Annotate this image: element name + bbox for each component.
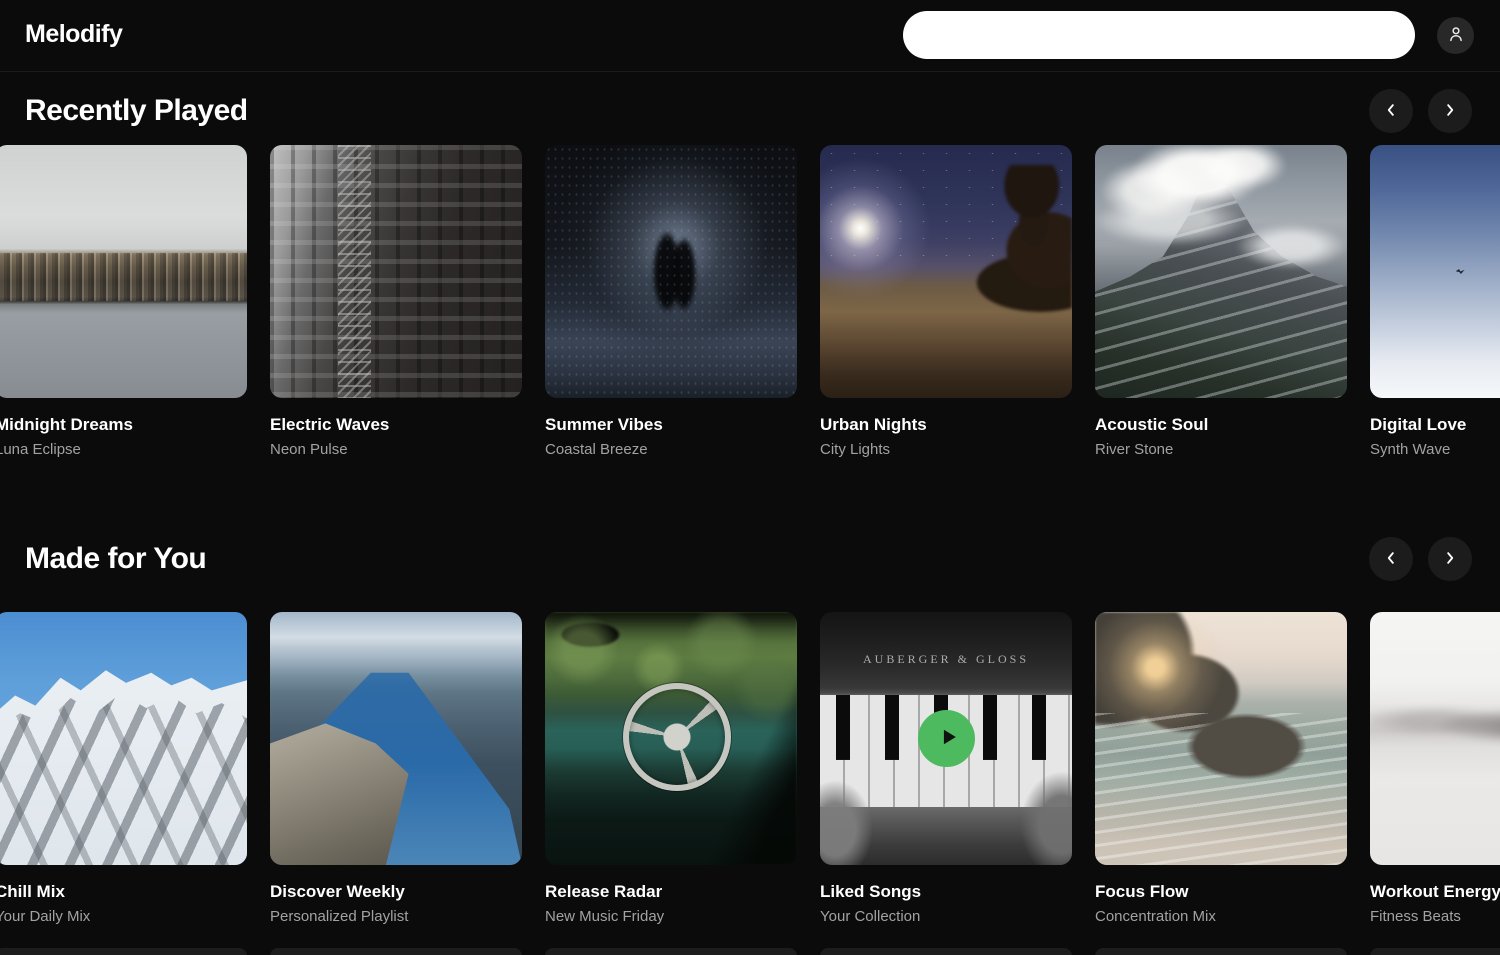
chevron-left-icon	[1382, 549, 1400, 570]
chevron-left-icon	[1382, 101, 1400, 122]
card-title: Summer Vibes	[545, 415, 797, 435]
card-subtitle: New Music Friday	[545, 908, 797, 925]
playlist-card[interactable]: Urban Nights City Lights	[820, 145, 1072, 458]
carousel-next-button[interactable]	[1428, 537, 1472, 581]
playlist-card[interactable]: AUBERGER & GLOSS Liked Songs Your Collec…	[820, 612, 1072, 925]
card-subtitle: Fitness Beats	[1370, 908, 1500, 925]
card-subtitle: City Lights	[820, 441, 1072, 458]
search-input[interactable]	[903, 11, 1415, 59]
playlist-card[interactable]: Electric Waves Neon Pulse	[270, 145, 522, 458]
playlist-card[interactable]: Chill Mix Your Daily Mix	[0, 612, 247, 925]
playlist-card[interactable]: Summer Vibes Coastal Breeze	[545, 145, 797, 458]
card-subtitle: Neon Pulse	[270, 441, 522, 458]
card-title: Release Radar	[545, 882, 797, 902]
card-subtitle: Synth Wave	[1370, 441, 1500, 458]
section-title: Made for You	[25, 542, 206, 576]
carousel-next-button[interactable]	[1428, 89, 1472, 133]
card-subtitle: Coastal Breeze	[545, 441, 797, 458]
chevron-right-icon	[1441, 101, 1459, 122]
made-for-you-carousel[interactable]: Chill Mix Your Daily Mix Discover Weekly…	[0, 612, 1500, 925]
carousel-prev-button[interactable]	[1369, 89, 1413, 133]
piano-brand-text: AUBERGER & GLOSS	[820, 652, 1072, 667]
card-subtitle: Luna Eclipse	[0, 441, 247, 458]
album-art	[1370, 145, 1500, 398]
user-icon	[1446, 24, 1466, 47]
playlist-card[interactable]: Release Radar New Music Friday	[545, 612, 797, 925]
play-button[interactable]	[918, 710, 975, 767]
playlist-card[interactable]: Discover Weekly Personalized Playlist	[270, 612, 522, 925]
chevron-right-icon	[1441, 549, 1459, 570]
card-title: Midnight Dreams	[0, 415, 247, 435]
card-title: Digital Love	[1370, 415, 1500, 435]
app-logo: Melodify	[25, 20, 122, 49]
album-art	[1095, 612, 1347, 865]
playlist-card[interactable]: Midnight Dreams Luna Eclipse	[0, 145, 247, 458]
profile-button[interactable]	[1437, 17, 1474, 54]
album-art	[270, 612, 522, 865]
album-art	[1370, 612, 1500, 865]
section-title: Recently Played	[25, 94, 248, 128]
card-subtitle: Your Collection	[820, 908, 1072, 925]
card-title: Discover Weekly	[270, 882, 522, 902]
section-recently-played: Recently Played Midnight Dreams Luna Ecl…	[0, 88, 1500, 458]
next-section-card-peek	[0, 948, 1500, 955]
album-art: AUBERGER & GLOSS	[820, 612, 1072, 865]
playlist-card[interactable]: Acoustic Soul River Stone	[1095, 145, 1347, 458]
card-title: Urban Nights	[820, 415, 1072, 435]
card-title: Chill Mix	[0, 882, 247, 902]
playlist-card[interactable]: Digital Love Synth Wave	[1370, 145, 1500, 458]
section-made-for-you: Made for You Chill Mix Your Daily Mix Di…	[0, 536, 1500, 925]
card-subtitle: Personalized Playlist	[270, 908, 522, 925]
album-art	[270, 145, 522, 398]
card-subtitle: Concentration Mix	[1095, 908, 1347, 925]
playlist-card[interactable]: Workout Energy Fitness Beats	[1370, 612, 1500, 925]
card-title: Focus Flow	[1095, 882, 1347, 902]
card-title: Electric Waves	[270, 415, 522, 435]
album-art	[545, 612, 797, 865]
app-header: Melodify	[0, 0, 1500, 72]
card-subtitle: River Stone	[1095, 441, 1347, 458]
card-title: Workout Energy	[1370, 882, 1500, 902]
card-subtitle: Your Daily Mix	[0, 908, 247, 925]
album-art	[545, 145, 797, 398]
album-art	[0, 612, 247, 865]
album-art	[820, 145, 1072, 398]
play-icon	[931, 723, 962, 754]
card-title: Liked Songs	[820, 882, 1072, 902]
playlist-card[interactable]: Focus Flow Concentration Mix	[1095, 612, 1347, 925]
card-title: Acoustic Soul	[1095, 415, 1347, 435]
recently-played-carousel[interactable]: Midnight Dreams Luna Eclipse Electric Wa…	[0, 145, 1500, 458]
album-art	[0, 145, 247, 398]
carousel-prev-button[interactable]	[1369, 537, 1413, 581]
album-art	[1095, 145, 1347, 398]
